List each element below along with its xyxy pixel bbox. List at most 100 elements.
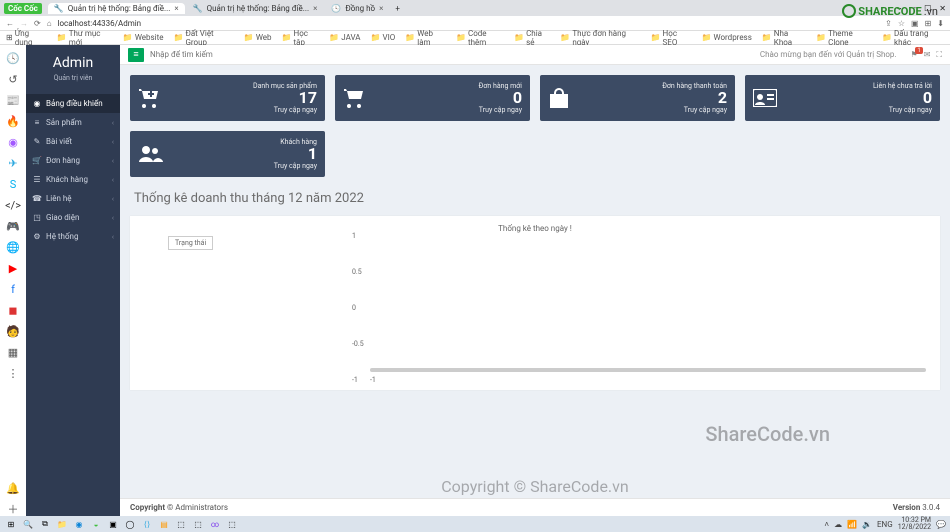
app-icon[interactable]: ⬚	[225, 518, 239, 530]
bookmark-item[interactable]: 📁 Học SEO	[651, 29, 692, 47]
bookmark-item[interactable]: 📁 Thư mục mới	[57, 29, 113, 47]
brand-subtitle: Quản trị viên	[26, 74, 120, 82]
news-icon[interactable]: 📰	[6, 93, 20, 107]
edit-icon: ✎	[32, 137, 42, 146]
stat-card-paid-orders[interactable]: Đơn hàng thanh toán2Truy cập ngay	[540, 75, 735, 121]
tray-lang[interactable]: ENG	[877, 520, 893, 529]
bookmark-item[interactable]: 📁 Chia sẻ	[514, 29, 550, 47]
puzzle-icon[interactable]: ⊞	[925, 19, 932, 28]
vscode-icon[interactable]: ⟨⟩	[140, 518, 154, 530]
share-icon[interactable]: ⇪	[885, 19, 892, 28]
envelope-icon[interactable]: ✉	[924, 50, 931, 60]
close-icon[interactable]: ×	[174, 4, 178, 13]
coccoc-icon[interactable]: ◒	[89, 518, 103, 530]
app-icon[interactable]: ▣	[106, 518, 120, 530]
forward-icon[interactable]: →	[20, 19, 28, 28]
close-icon[interactable]: ×	[379, 4, 383, 13]
bookmark-item[interactable]: 📁 VIO	[371, 33, 396, 42]
chart-scrollbar[interactable]	[370, 368, 926, 372]
more-icon[interactable]: ⋮	[6, 366, 20, 380]
sidebar-item-dashboard[interactable]: ◉Bảng điều khiển	[26, 94, 120, 113]
dashboard-icon: ◉	[32, 99, 42, 108]
telegram-icon[interactable]: ✈	[6, 156, 20, 170]
bookmark-item[interactable]: 📁 Đất Việt Group	[173, 29, 233, 47]
stat-card-unreplied[interactable]: Liên hệ chưa trả lời0Truy cập ngay	[745, 75, 940, 121]
facebook-icon[interactable]: f	[6, 282, 20, 296]
bookmark-item[interactable]: 📁 Web làm	[405, 29, 446, 47]
globe-icon[interactable]: 🌐	[6, 240, 20, 254]
plus-icon[interactable]: ＋	[6, 502, 20, 516]
app-icon[interactable]: ⬚	[191, 518, 205, 530]
bookmark-item[interactable]: 📁 Thực đơn hàng ngày	[560, 29, 640, 47]
bookmark-item[interactable]: ⊞ Ứng dụng	[6, 29, 47, 47]
sidebar-item-theme[interactable]: ◳Giao diện‹	[26, 208, 120, 227]
search-input[interactable]	[150, 50, 270, 59]
star-icon[interactable]: ☆	[898, 19, 905, 28]
bookmark-item[interactable]: 📁 Web	[244, 33, 272, 42]
history-icon[interactable]: ↺	[6, 72, 20, 86]
avatar-icon[interactable]: 🧑	[6, 324, 20, 338]
system-clock[interactable]: 10:32 PM 12/8/2022	[898, 517, 931, 531]
menu-toggle-button[interactable]: ≡	[128, 48, 144, 62]
edge-icon[interactable]: ◉	[72, 518, 86, 530]
box-icon[interactable]: ▣	[911, 19, 919, 28]
search-icon[interactable]: 🔍	[21, 518, 35, 530]
explorer-icon[interactable]: 📁	[55, 518, 69, 530]
bookmark-item[interactable]: 📁 Theme Clone	[816, 29, 872, 47]
sublime-icon[interactable]: ▤	[157, 518, 171, 530]
browser-tab[interactable]: 🕓Đồng hồ×	[325, 3, 389, 14]
stat-card-new-orders[interactable]: Đơn hàng mới0Truy cập ngay	[335, 75, 530, 121]
grid-icon[interactable]: ▦	[6, 345, 20, 359]
chart-legend: Trạng thái	[168, 236, 213, 250]
sidebar-item-contact[interactable]: ☎Liên hệ‹	[26, 189, 120, 208]
tray-volume-icon[interactable]: 🔉	[862, 520, 872, 529]
bookmark-item[interactable]: 📁 JAVA	[329, 33, 360, 42]
chevron-left-icon: ‹	[112, 214, 114, 222]
fire-icon[interactable]: 🔥	[6, 114, 20, 128]
new-tab-button[interactable]: +	[391, 4, 404, 13]
bookmark-item[interactable]: 📁 Code thêm	[456, 29, 504, 47]
close-icon[interactable]: ×	[313, 4, 317, 13]
download-icon[interactable]: ⬇	[937, 19, 944, 28]
stat-card-categories[interactable]: Danh mục sản phẩm17Truy cập ngay	[130, 75, 325, 121]
app-icon[interactable]: ⬚	[174, 518, 188, 530]
home-icon[interactable]: ⌂	[47, 19, 52, 28]
back-icon[interactable]: ←	[6, 19, 14, 28]
tray-wifi-icon[interactable]: 📶	[847, 520, 857, 529]
red-icon[interactable]: ◼	[6, 303, 20, 317]
notification-icon[interactable]: 💬	[936, 520, 946, 529]
bookmark-item[interactable]: 📁 Nha Khoa	[762, 29, 806, 47]
sidebar-item-posts[interactable]: ✎Bài viết‹	[26, 132, 120, 151]
messenger-icon[interactable]: ◉	[6, 135, 20, 149]
vs-icon[interactable]: ∞	[208, 518, 222, 530]
sidebar-item-orders[interactable]: 🛒Đơn hàng‹	[26, 151, 120, 170]
bookmark-overflow[interactable]: 📁 Dấu trang khác	[882, 29, 944, 47]
game-icon[interactable]: 🎮	[6, 219, 20, 233]
bookmark-item[interactable]: 📁 Wordpress	[702, 33, 752, 42]
stat-card-customers[interactable]: Khách hàng1Truy cập ngay	[130, 131, 325, 177]
start-button[interactable]: ⊞	[4, 518, 18, 530]
skype-icon[interactable]: S	[6, 177, 20, 191]
bell-icon[interactable]: 🔔	[6, 481, 20, 495]
sidebar-item-system[interactable]: ⚙Hệ thống‹	[26, 227, 120, 246]
flag-icon[interactable]: ⚑1	[911, 50, 918, 60]
youtube-icon[interactable]: ▶	[6, 261, 20, 275]
reload-icon[interactable]: ⟳	[34, 19, 41, 28]
chevron-left-icon: ‹	[112, 176, 114, 184]
expand-icon[interactable]: ⛶	[936, 50, 942, 60]
dev-icon[interactable]: </>	[6, 198, 20, 212]
sidebar-item-products[interactable]: ≡Sản phẩm‹	[26, 113, 120, 132]
browser-tab[interactable]: 🔧Quản trị hệ thống: Bảng điề...×	[187, 3, 324, 14]
tray-chevron-icon[interactable]: ˄	[824, 520, 829, 529]
taskview-icon[interactable]: ⧉	[38, 518, 52, 530]
bookmark-item[interactable]: 📁 Website	[123, 33, 164, 42]
chrome-icon[interactable]: ◯	[123, 518, 137, 530]
tray-cloud-icon[interactable]: ☁	[834, 520, 842, 529]
sidebar-item-customers[interactable]: ☰Khách hàng‹	[26, 170, 120, 189]
bookmark-item[interactable]: 📁 Học tập	[282, 29, 320, 47]
bars-icon: ☰	[32, 175, 42, 184]
clock-icon[interactable]: 🕓	[6, 51, 20, 65]
browser-tab[interactable]: 🔧Quản trị hệ thống: Bảng điề...×	[48, 3, 185, 14]
url-input[interactable]: localhost:44336/Admin	[58, 19, 880, 28]
close-window-icon[interactable]: ✕	[939, 4, 946, 13]
